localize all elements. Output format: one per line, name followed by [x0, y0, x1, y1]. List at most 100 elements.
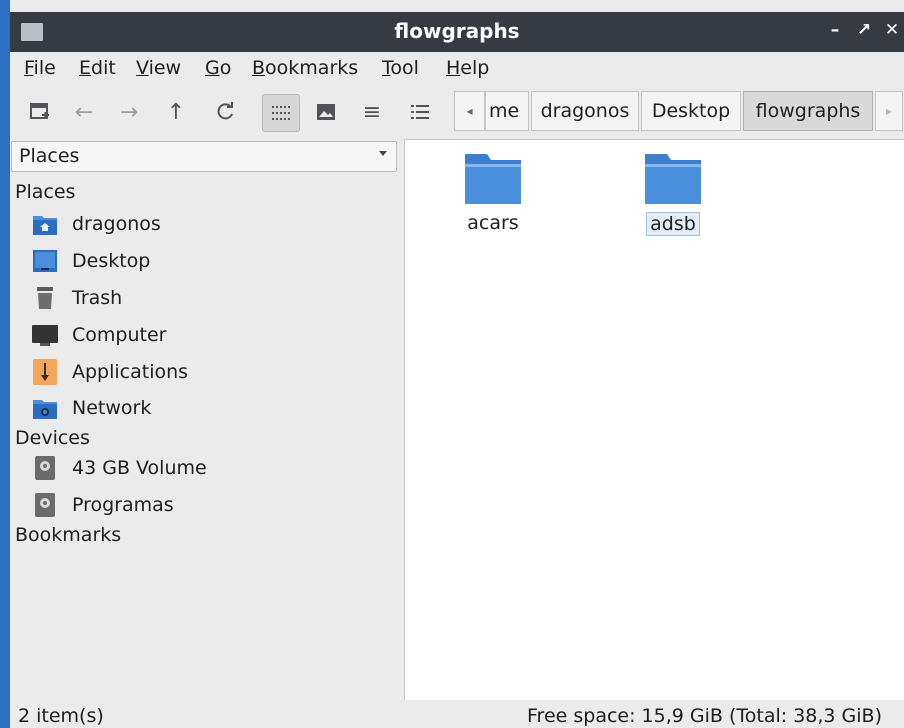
menu-file-mnemonic: F: [24, 57, 34, 79]
sidebar-item-dragonos[interactable]: dragonos: [32, 207, 392, 241]
sidebar-item-label: 43 GB Volume: [72, 457, 207, 479]
network-folder-icon: [32, 395, 58, 421]
icon-view-button[interactable]: [262, 94, 300, 132]
menu-go[interactable]: Go: [205, 57, 231, 79]
toolbar: ← → ↑ ≡ ◂ me dragonos Desktop flowgraphs: [10, 87, 904, 137]
menu-edit-mnemonic: E: [79, 57, 92, 79]
reload-icon: [217, 102, 233, 120]
scroll-right-icon: ▸: [885, 104, 893, 118]
drive-icon: [32, 492, 58, 518]
menu-view-label: iew: [148, 57, 182, 79]
image-icon: [317, 104, 335, 120]
menu-file[interactable]: File: [24, 57, 56, 79]
scroll-left-icon: ◂: [466, 104, 473, 118]
file-name: acars: [467, 212, 519, 234]
menu-tool[interactable]: Tool: [382, 57, 419, 79]
window-title: flowgraphs: [394, 19, 520, 43]
menu-file-label: ile: [33, 57, 56, 79]
menu-bookmarks-mnemonic: B: [252, 57, 266, 79]
home-folder-icon: [32, 211, 58, 237]
reload-button[interactable]: [207, 94, 243, 130]
path-scroll-left-button[interactable]: ◂: [454, 91, 485, 131]
menu-go-mnemonic: G: [205, 57, 220, 79]
folder-icon: [645, 154, 701, 204]
new-tab-button[interactable]: [22, 94, 58, 130]
drive-icon: [32, 455, 58, 481]
file-item-adsb[interactable]: adsb: [613, 152, 733, 236]
folder-icon: [465, 154, 521, 204]
compact-view-button[interactable]: ≡: [354, 94, 390, 130]
thumbnail-view-button[interactable]: [308, 94, 344, 130]
file-item-acars[interactable]: acars: [433, 152, 553, 234]
desktop-edge: [0, 0, 10, 728]
menu-edit[interactable]: Edit: [79, 57, 116, 79]
crumb-dragonos[interactable]: dragonos: [531, 91, 639, 131]
file-manager-window: flowgraphs – ↗ ✕ File Edit View Go Bookm…: [0, 0, 904, 728]
path-bar: ◂ me dragonos Desktop flowgraphs ▸: [454, 91, 904, 133]
menu-help[interactable]: Help: [446, 57, 489, 79]
back-button[interactable]: ←: [66, 94, 102, 130]
bookmarks-header: Bookmarks: [15, 524, 122, 546]
computer-icon: [32, 322, 58, 348]
up-button[interactable]: ↑: [158, 94, 194, 130]
minimize-button[interactable]: –: [824, 20, 846, 40]
sidebar-item-label: Trash: [72, 287, 123, 309]
detailed-list-view-button[interactable]: [402, 94, 438, 130]
file-name: adsb: [646, 212, 700, 236]
menu-edit-label: dit: [91, 57, 116, 79]
crumb-home-label: me: [489, 100, 520, 122]
menu-bookmarks-label: ookmarks: [265, 57, 359, 79]
crumb-flowgraphs[interactable]: flowgraphs: [743, 91, 873, 131]
icon-view-icon: [272, 106, 290, 120]
side-pane: Places Places dragonos Desktop Trash Com…: [10, 139, 398, 700]
path-scroll-right-button[interactable]: ▸: [875, 91, 903, 131]
chevron-down-icon: [379, 151, 387, 156]
menu-tool-label: ool: [390, 57, 419, 79]
sidebar-item-label: Network: [72, 397, 152, 419]
sidebar-item-trash[interactable]: Trash: [32, 281, 392, 315]
arrow-up-icon: ↑: [166, 99, 186, 125]
sidebar-item-label: dragonos: [72, 213, 161, 235]
side-pane-mode-value: Places: [19, 145, 80, 167]
menu-view-mnemonic: V: [136, 57, 149, 79]
side-pane-mode-select[interactable]: Places: [11, 141, 397, 172]
sidebar-item-label: Desktop: [72, 250, 151, 272]
sidebar-item-programas[interactable]: Programas: [32, 488, 392, 522]
sidebar-item-label: Computer: [72, 324, 167, 346]
menu-go-label: o: [219, 57, 232, 79]
sidebar-item-43gb-volume[interactable]: 43 GB Volume: [32, 451, 392, 485]
crumb-flowgraphs-label: flowgraphs: [755, 100, 861, 122]
menu-help-mnemonic: H: [446, 57, 461, 79]
crumb-desktop-label: Desktop: [651, 100, 731, 122]
devices-header: Devices: [15, 427, 90, 449]
file-view: acars adsb: [404, 139, 904, 700]
crumb-desktop[interactable]: Desktop: [641, 91, 741, 131]
desktop-icon: [32, 248, 58, 274]
menu-bookmarks[interactable]: Bookmarks: [252, 57, 358, 79]
forward-button[interactable]: →: [111, 94, 147, 130]
sidebar-item-computer[interactable]: Computer: [32, 318, 392, 352]
crumb-dragonos-label: dragonos: [540, 100, 630, 122]
maximize-button[interactable]: ↗: [853, 20, 875, 40]
places-header: Places: [15, 181, 76, 203]
close-button[interactable]: ✕: [881, 20, 903, 40]
sidebar-item-network[interactable]: Network: [32, 391, 392, 425]
compact-list-icon: ≡: [362, 99, 382, 125]
trash-icon: [32, 285, 58, 311]
status-bar: 2 item(s) Free space: 15,9 GiB (Total: 3…: [10, 700, 904, 728]
applications-icon: [32, 359, 58, 385]
menu-view[interactable]: View: [136, 57, 181, 79]
sidebar-item-label: Applications: [72, 361, 189, 383]
menu-bar: File Edit View Go Bookmarks Tool Help: [10, 52, 904, 86]
item-count: 2 item(s): [18, 705, 104, 727]
detailed-list-icon: [411, 105, 429, 119]
sidebar-item-applications[interactable]: Applications: [32, 355, 392, 389]
arrow-left-icon: ←: [74, 99, 94, 125]
new-tab-icon: [30, 103, 49, 119]
arrow-right-icon: →: [119, 99, 139, 125]
free-space: Free space: 15,9 GiB (Total: 38,3 GiB): [527, 705, 882, 727]
sidebar-item-desktop[interactable]: Desktop: [32, 244, 392, 278]
crumb-home[interactable]: me: [485, 91, 529, 131]
title-bar[interactable]: flowgraphs – ↗ ✕: [10, 12, 904, 52]
sidebar-item-label: Programas: [72, 494, 174, 516]
